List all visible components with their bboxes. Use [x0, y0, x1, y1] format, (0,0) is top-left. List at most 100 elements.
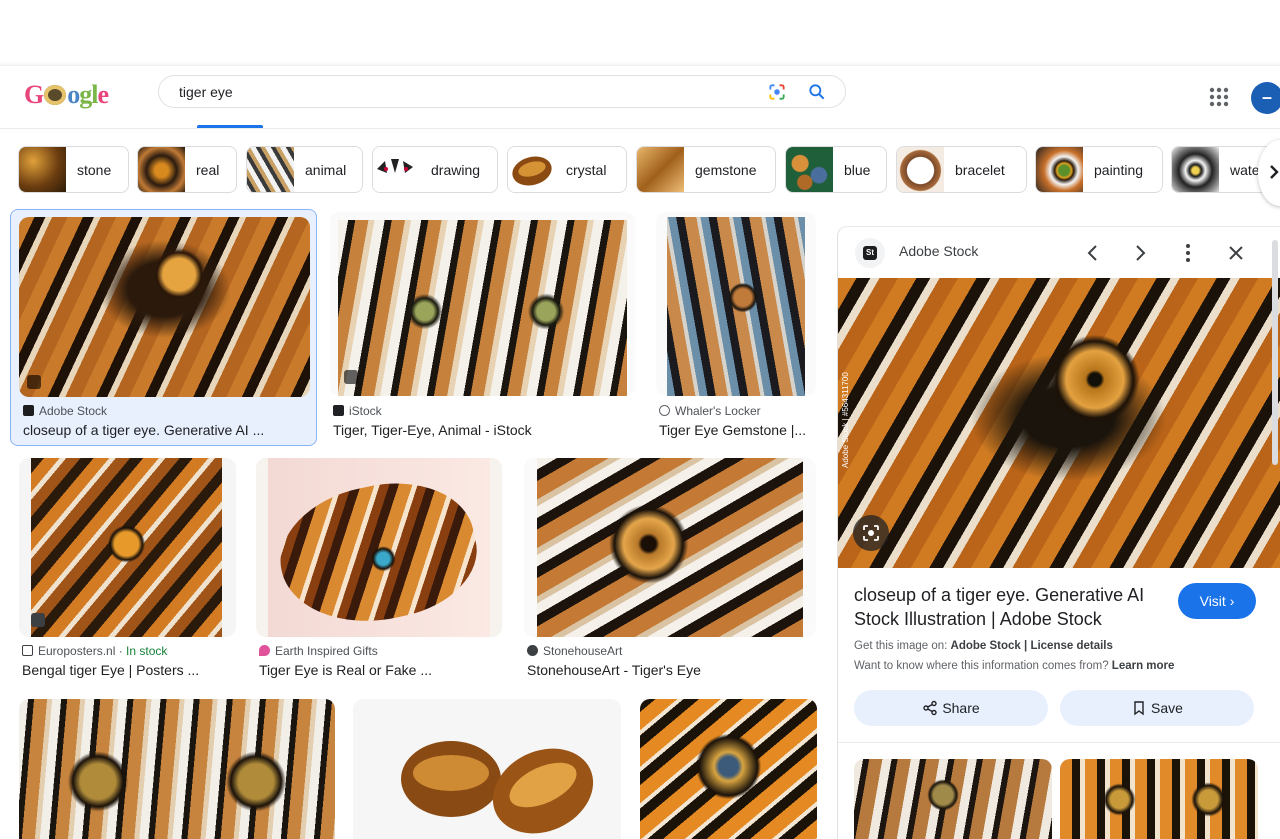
result-source[interactable]: Adobe Stock — [23, 404, 107, 418]
result-card-selected[interactable]: Adobe Stock closeup of a tiger eye. Gene… — [10, 209, 317, 446]
image-badge-icon — [344, 370, 358, 384]
tag-icon — [31, 613, 45, 627]
header: Gogle tiger eye – — [0, 66, 1280, 128]
search-icon[interactable] — [807, 82, 827, 102]
image-preview-panel: St Adobe Stock Adobe Stock | #564311700 … — [837, 226, 1280, 839]
related-image[interactable] — [1060, 759, 1258, 839]
chip-painting[interactable]: painting — [1035, 146, 1163, 193]
result-source[interactable]: Whaler's Locker — [659, 404, 761, 418]
result-title[interactable]: Tiger, Tiger-Eye, Animal - iStock — [333, 422, 633, 438]
result-card[interactable]: StonehouseArt StonehouseArt - Tiger's Ey… — [524, 458, 816, 683]
chip-drawing[interactable]: drawing — [372, 146, 498, 193]
visual-search-button[interactable] — [853, 515, 889, 551]
search-input[interactable]: tiger eye — [179, 84, 233, 100]
stonehouseart-favicon-icon — [527, 645, 538, 656]
result-title[interactable]: StonehouseArt - Tiger's Eye — [527, 662, 815, 678]
more-options-icon[interactable] — [1172, 237, 1204, 269]
result-image[interactable] — [256, 458, 502, 637]
chip-bracelet[interactable]: bracelet — [896, 146, 1027, 193]
chip-real[interactable]: real — [137, 146, 237, 193]
chip-thumbnail — [508, 147, 555, 192]
adobe-stock-logo-icon: St — [855, 238, 885, 268]
tiger-eye-stones-image — [401, 741, 594, 834]
info-source-note: Want to know where this information come… — [854, 660, 1175, 672]
bird-doodle-icon — [44, 85, 67, 105]
previous-image-button[interactable] — [1077, 237, 1109, 269]
chip-label: blue — [844, 162, 871, 178]
result-image[interactable] — [524, 458, 816, 637]
related-image[interactable] — [854, 759, 1052, 839]
learn-more-link[interactable]: Learn more — [1112, 660, 1175, 672]
share-button[interactable]: Share — [854, 690, 1048, 726]
chip-label: wate — [1230, 162, 1260, 178]
chip-thumbnail — [138, 147, 185, 192]
image-watermark: Adobe Stock | #564311700 — [841, 372, 850, 468]
result-source[interactable]: iStock — [333, 404, 382, 418]
get-image-info: Get this image on: Adobe Stock | License… — [854, 640, 1113, 652]
result-image[interactable] — [656, 212, 816, 396]
license-details-link[interactable]: License details — [1030, 640, 1112, 652]
chip-stone[interactable]: stone — [18, 146, 129, 193]
lens-icon — [863, 525, 879, 541]
chevron-right-icon — [1270, 165, 1279, 179]
result-title[interactable]: Tiger Eye Gemstone |... — [659, 422, 815, 438]
image-badge-icon — [27, 375, 41, 389]
result-image[interactable] — [330, 212, 635, 396]
chip-gemstone[interactable]: gemstone — [636, 146, 776, 193]
result-title[interactable]: Tiger Eye is Real or Fake ... — [259, 662, 499, 678]
result-card[interactable]: Earth Inspired Gifts Tiger Eye is Real o… — [256, 458, 502, 683]
get-image-source-link[interactable]: Adobe Stock — [951, 640, 1021, 652]
chip-thumbnail — [786, 147, 833, 192]
bookmark-icon — [1134, 701, 1144, 716]
refinement-chips: stone real animal drawing crystal gemsto… — [18, 146, 1280, 194]
chip-label: gemstone — [695, 162, 757, 178]
result-title[interactable]: Bengal tiger Eye | Posters ... — [22, 662, 236, 678]
result-image[interactable] — [353, 699, 621, 839]
panel-scrollbar[interactable] — [1272, 240, 1278, 465]
istock-favicon-icon — [333, 405, 344, 416]
chip-label: animal — [305, 162, 347, 178]
chip-label: painting — [1094, 162, 1144, 178]
panel-divider — [838, 742, 1280, 743]
result-source[interactable]: StonehouseArt — [527, 644, 622, 658]
chip-animal[interactable]: animal — [246, 146, 363, 193]
europosters-favicon-icon — [22, 645, 33, 656]
next-image-button[interactable] — [1124, 237, 1156, 269]
chip-thumbnail — [1036, 147, 1083, 192]
share-icon — [923, 700, 938, 716]
panel-source-name[interactable]: Adobe Stock — [899, 243, 978, 259]
result-image[interactable] — [19, 458, 236, 637]
chip-crystal[interactable]: crystal — [507, 146, 627, 193]
close-icon[interactable] — [1220, 237, 1252, 269]
save-button[interactable]: Save — [1060, 690, 1254, 726]
chip-thumbnail — [897, 147, 944, 192]
chip-thumbnail — [637, 147, 684, 192]
account-avatar[interactable]: – — [1251, 82, 1280, 114]
chip-label: stone — [77, 162, 112, 178]
result-card[interactable] — [19, 699, 335, 839]
result-image[interactable] — [19, 699, 335, 839]
chip-thumbnail — [247, 147, 294, 192]
google-doodle-logo[interactable]: Gogle — [24, 80, 120, 116]
google-lens-icon[interactable] — [767, 82, 787, 102]
result-card[interactable] — [353, 699, 621, 839]
result-card[interactable]: Whaler's Locker Tiger Eye Gemstone |... — [656, 212, 816, 442]
chip-label: bracelet — [955, 162, 1005, 178]
result-card[interactable]: Europosters.nl · In stock Bengal tiger E… — [19, 458, 236, 683]
result-image[interactable] — [640, 699, 817, 839]
chip-label: crystal — [566, 162, 607, 178]
result-source[interactable]: Europosters.nl · In stock — [22, 644, 167, 658]
chip-blue[interactable]: blue — [785, 146, 887, 193]
adobe-stock-favicon-icon — [23, 405, 34, 416]
result-source[interactable]: Earth Inspired Gifts — [259, 644, 378, 658]
preview-image[interactable]: Adobe Stock | #564311700 — [838, 278, 1280, 568]
panel-title[interactable]: closeup of a tiger eye. Generative AI St… — [854, 583, 1164, 631]
result-card[interactable]: iStock Tiger, Tiger-Eye, Animal - iStock — [330, 212, 635, 442]
result-image[interactable] — [19, 217, 310, 397]
search-box[interactable]: tiger eye — [158, 75, 846, 108]
result-card[interactable] — [640, 699, 817, 839]
header-divider — [0, 128, 1280, 129]
google-apps-icon[interactable] — [1208, 86, 1230, 108]
visit-button[interactable]: Visit › — [1178, 583, 1256, 619]
result-title[interactable]: closeup of a tiger eye. Generative AI ..… — [23, 422, 311, 438]
